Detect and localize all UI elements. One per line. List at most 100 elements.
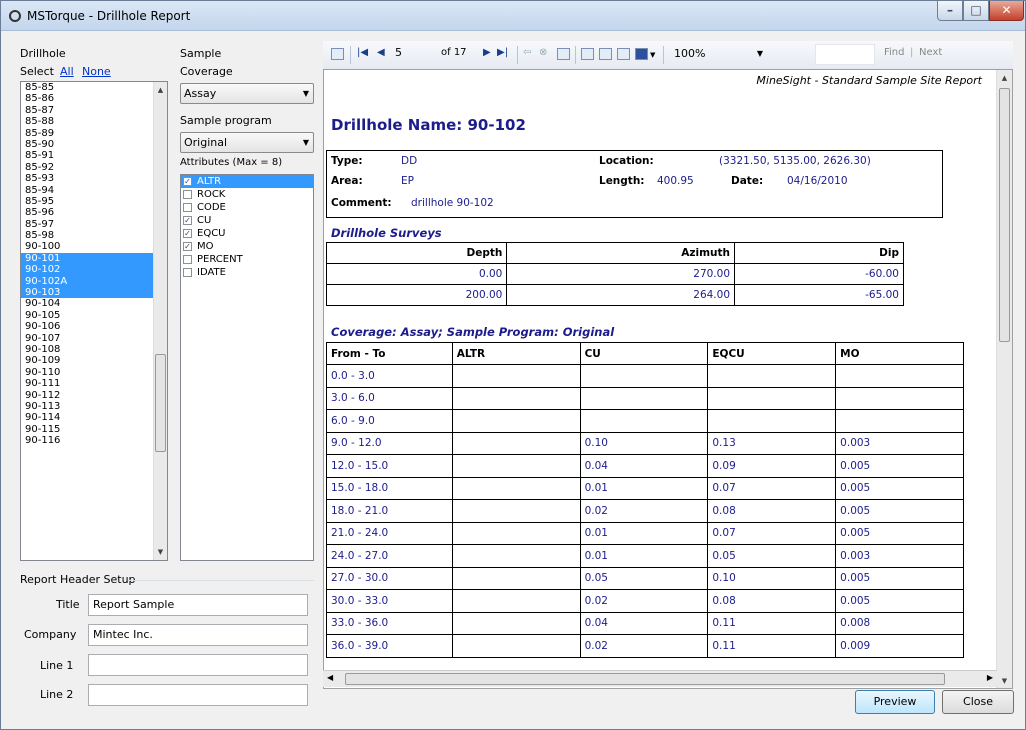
scroll-thumb[interactable] xyxy=(155,354,166,452)
coverage-select[interactable]: Assay ▼ xyxy=(180,83,314,104)
checkbox[interactable] xyxy=(183,255,192,264)
drillhole-item[interactable]: 85-95 xyxy=(21,196,167,207)
find-link[interactable]: Find xyxy=(884,47,905,58)
drillhole-item[interactable]: 85-92 xyxy=(21,162,167,173)
checkbox[interactable]: ✓ xyxy=(183,229,192,238)
checkbox[interactable]: ✓ xyxy=(183,216,192,225)
table-header-cell: From - To xyxy=(326,342,453,365)
close-window-button[interactable]: ✕ xyxy=(989,1,1024,21)
length-value: 400.95 xyxy=(657,175,694,187)
maximize-button[interactable]: □ xyxy=(963,1,989,21)
previous-page-icon[interactable]: ◀ xyxy=(377,47,385,58)
report-vscroll[interactable]: ▲ ▼ xyxy=(996,70,1012,688)
drillhole-item[interactable]: 90-104 xyxy=(21,298,167,309)
attribute-item[interactable]: ✓ ALTR xyxy=(181,175,313,188)
drillhole-item[interactable]: 90-105 xyxy=(21,310,167,321)
drillhole-item[interactable]: 90-106 xyxy=(21,321,167,332)
export-icon[interactable] xyxy=(635,48,648,60)
print-layout-icon[interactable] xyxy=(599,48,612,60)
report-viewer[interactable]: MineSight - Standard Sample Site Report … xyxy=(323,69,1013,689)
attribute-item[interactable]: PERCENT xyxy=(181,253,313,266)
drillhole-item[interactable]: 90-111 xyxy=(21,378,167,389)
zoom-select[interactable]: 100% ▼ xyxy=(671,45,767,65)
minimize-button[interactable]: – xyxy=(937,1,963,21)
drillhole-item[interactable]: 90-109 xyxy=(21,355,167,366)
drillhole-item[interactable]: 85-86 xyxy=(21,93,167,104)
report-hscroll-thumb[interactable] xyxy=(345,673,945,685)
drillhole-item[interactable]: 85-96 xyxy=(21,207,167,218)
line2-label: Line 2 xyxy=(40,688,74,701)
drillhole-item[interactable]: 85-90 xyxy=(21,139,167,150)
scroll-up-icon[interactable]: ▲ xyxy=(154,84,167,96)
page-setup-icon[interactable] xyxy=(617,48,630,60)
table-cell: 264.00 xyxy=(506,284,736,306)
checkbox[interactable] xyxy=(183,203,192,212)
attribute-item[interactable]: ✓ EQCU xyxy=(181,227,313,240)
drillhole-item[interactable]: 85-93 xyxy=(21,173,167,184)
drillhole-list[interactable]: 85-85 85-86 85-87 85-88 85-89 85-90 85-91 85-92… xyxy=(20,81,168,561)
drillhole-item[interactable]: 90-102A xyxy=(21,275,167,288)
find-input[interactable] xyxy=(815,44,875,65)
drillhole-item[interactable]: 85-88 xyxy=(21,116,167,127)
drillhole-item[interactable]: 90-114 xyxy=(21,412,167,423)
title-input[interactable]: Report Sample xyxy=(88,594,308,616)
line1-input[interactable] xyxy=(88,654,308,676)
company-input[interactable]: Mintec Inc. xyxy=(88,624,308,646)
export-dropdown-icon[interactable]: ▼ xyxy=(650,51,655,59)
next-link[interactable]: Next xyxy=(919,47,942,58)
close-button[interactable]: Close xyxy=(942,690,1014,714)
attribute-item[interactable]: ✓ MO xyxy=(181,240,313,253)
drillhole-item[interactable]: 85-98 xyxy=(21,230,167,241)
scroll-right-icon[interactable]: ▶ xyxy=(987,673,993,682)
next-page-icon[interactable]: ▶ xyxy=(483,47,491,58)
select-none-link[interactable]: None xyxy=(82,65,111,78)
table-cell xyxy=(451,386,581,410)
preview-button[interactable]: Preview xyxy=(855,690,935,714)
line2-input[interactable] xyxy=(88,684,308,706)
first-page-icon[interactable]: |◀ xyxy=(357,47,368,58)
scroll-left-icon[interactable]: ◀ xyxy=(327,673,333,682)
print-icon[interactable] xyxy=(581,48,594,60)
checkbox[interactable]: ✓ xyxy=(183,177,192,186)
drillhole-item[interactable]: 90-116 xyxy=(21,435,167,446)
drillhole-item[interactable]: 90-100 xyxy=(21,241,167,252)
checkbox[interactable]: ✓ xyxy=(183,242,192,251)
attribute-item[interactable]: ✓ CU xyxy=(181,214,313,227)
drillhole-item[interactable]: 90-113 xyxy=(21,401,167,412)
drillhole-item[interactable]: 85-87 xyxy=(21,105,167,116)
drillhole-item[interactable]: 85-94 xyxy=(21,185,167,196)
refresh-icon[interactable] xyxy=(557,48,570,60)
attribute-item[interactable]: IDATE xyxy=(181,266,313,279)
sample-program-select[interactable]: Original ▼ xyxy=(180,132,314,153)
drillhole-item[interactable]: 90-110 xyxy=(21,367,167,378)
last-page-icon[interactable]: ▶| xyxy=(497,47,508,58)
drillhole-item[interactable]: 90-101 xyxy=(21,252,167,265)
drillhole-item[interactable]: 85-97 xyxy=(21,219,167,230)
back-icon[interactable]: ⇦ xyxy=(523,47,531,58)
page-number-input[interactable]: 5 xyxy=(391,44,423,64)
scroll-down-icon[interactable]: ▼ xyxy=(154,546,167,558)
drillhole-scrollbar[interactable]: ▲ ▼ xyxy=(153,82,167,560)
drillhole-item[interactable]: 90-108 xyxy=(21,344,167,355)
drillhole-item[interactable]: 85-91 xyxy=(21,150,167,161)
document-map-icon[interactable] xyxy=(331,48,344,60)
drillhole-item[interactable]: 90-107 xyxy=(21,333,167,344)
drillhole-item[interactable]: 90-112 xyxy=(21,390,167,401)
attribute-item[interactable]: CODE xyxy=(181,201,313,214)
title-bar[interactable]: MSTorque - Drillhole Report – □ ✕ xyxy=(1,1,1025,31)
drillhole-item[interactable]: 90-115 xyxy=(21,424,167,435)
attributes-list[interactable]: ✓ ALTR ROCK CODE ✓ CU ✓ EQCU ✓ MO PERCENT IDATE xyxy=(180,174,314,561)
select-all-link[interactable]: All xyxy=(60,65,74,78)
scroll-up-icon[interactable]: ▲ xyxy=(998,72,1011,84)
scroll-down-icon[interactable]: ▼ xyxy=(998,675,1011,687)
checkbox[interactable] xyxy=(183,190,192,199)
report-hscroll[interactable]: ◀ ▶ xyxy=(323,670,997,687)
report-vscroll-thumb[interactable] xyxy=(999,88,1010,342)
drillhole-item[interactable]: 90-103 xyxy=(21,287,167,299)
drillhole-item[interactable]: 85-85 xyxy=(21,82,167,93)
stop-icon[interactable]: ⊗ xyxy=(539,47,547,58)
drillhole-item[interactable]: 90-102 xyxy=(21,264,167,276)
drillhole-item[interactable]: 85-89 xyxy=(21,128,167,139)
checkbox[interactable] xyxy=(183,268,192,277)
attribute-item[interactable]: ROCK xyxy=(181,188,313,201)
